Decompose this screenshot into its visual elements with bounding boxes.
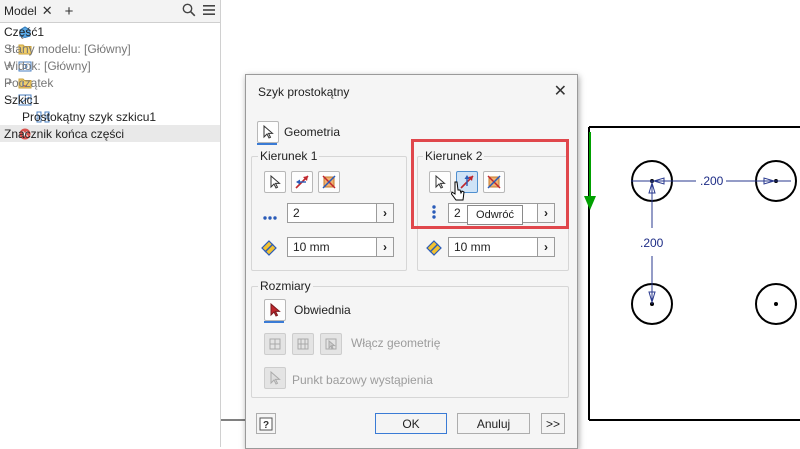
dialog-title: Szyk prostokątny <box>258 85 350 99</box>
midplane-icon <box>322 175 336 189</box>
svg-text:?: ? <box>263 420 269 431</box>
direction1-spacing-input[interactable]: 10 mm <box>287 237 378 257</box>
help-icon: ? <box>259 417 273 431</box>
tree-item[interactable]: + Stany modelu: [Główny] <box>0 40 220 57</box>
boundary-label: Obwiednia <box>294 303 351 317</box>
tree-item[interactable]: + Widok: [Główny] <box>0 57 220 74</box>
include-geometry-button-1[interactable] <box>264 333 286 355</box>
direction1-flip-button[interactable] <box>291 171 313 193</box>
tree-item[interactable]: − Szkic1 <box>0 91 220 108</box>
spacing-icon <box>426 240 442 259</box>
tab-model-label: Model <box>4 4 37 18</box>
help-button[interactable]: ? <box>256 413 276 434</box>
more-button[interactable]: >> <box>541 413 565 434</box>
close-icon[interactable]: ✕ <box>42 3 53 19</box>
direction1-title: Kierunek 1 <box>258 149 320 163</box>
grid-icon <box>297 338 309 350</box>
include-geometry-label: Włącz geometrię <box>351 336 441 350</box>
cursor-arrow-red-icon <box>270 303 281 317</box>
green-axis-arrow <box>584 196 596 210</box>
tree-item[interactable]: Część1 <box>0 23 220 40</box>
direction1-path-select-button[interactable] <box>264 171 286 193</box>
direction2-spacing-arrow[interactable]: › <box>537 237 555 257</box>
tree-item-label: Znacznik końca części <box>4 126 125 141</box>
base-point-label: Punkt bazowy wystąpienia <box>292 373 433 387</box>
flip-direction-icon <box>295 175 309 189</box>
direction1-count-input[interactable]: 2 <box>287 203 378 223</box>
count-icon <box>263 210 277 224</box>
boundary-select-button[interactable] <box>264 299 286 321</box>
tree-item-label: Prostokątny szyk szkicu1 <box>22 109 157 124</box>
model-browser: Model ✕ + Część1 + Stany modelu: [Główny] +… <box>0 0 221 447</box>
direction1-spacing-arrow[interactable]: › <box>376 237 394 257</box>
close-icon[interactable]: ✕ <box>554 81 567 101</box>
cursor-arrow-icon <box>263 125 274 139</box>
sizes-title: Rozmiary <box>258 279 313 293</box>
search-icon[interactable] <box>182 3 196 20</box>
tree-item[interactable]: + Początek <box>0 74 220 91</box>
direction1-count-arrow[interactable]: › <box>376 203 394 223</box>
tree-item-label: Początek <box>4 75 54 90</box>
center-point <box>774 302 778 306</box>
grid-icon <box>269 338 281 350</box>
tree-item-label: Część1 <box>4 24 45 39</box>
base-point-button[interactable] <box>264 367 286 389</box>
direction1-midplane-button[interactable] <box>318 171 340 193</box>
highlight-box <box>411 139 569 229</box>
geometry-label: Geometria <box>284 125 341 139</box>
tab-model[interactable]: Model ✕ <box>0 3 57 19</box>
ok-button[interactable]: OK <box>375 413 447 434</box>
add-tab-icon[interactable]: + <box>65 3 74 20</box>
rectangular-pattern-dialog: Szyk prostokątny ✕ Geometria Kierunek 1 … <box>245 74 578 449</box>
boundary-underline <box>264 321 284 323</box>
tree-item-label: Widok: [Główny] <box>4 58 91 73</box>
geometry-underline <box>257 143 277 145</box>
menu-icon[interactable] <box>202 4 216 19</box>
tree-item[interactable]: Prostokątny szyk szkicu1 <box>0 108 220 125</box>
cancel-button[interactable]: Anuluj <box>457 413 530 434</box>
direction2-spacing-input[interactable]: 10 mm <box>448 237 539 257</box>
spacing-icon <box>261 240 277 259</box>
dimension-vertical[interactable]: .200 <box>640 236 664 250</box>
tree-item-label: Szkic1 <box>4 92 40 107</box>
tree-item-label: Stany modelu: [Główny] <box>4 41 131 56</box>
cursor-arrow-icon <box>270 175 281 189</box>
tree-item[interactable]: Znacznik końca części <box>0 125 220 142</box>
browser-tree: Część1 + Stany modelu: [Główny] + Widok: [Gł… <box>0 23 220 142</box>
grid-select-icon <box>325 338 337 350</box>
browser-header: Model ✕ + <box>0 0 220 23</box>
include-geometry-button-2[interactable] <box>292 333 314 355</box>
dimension-horizontal[interactable]: .200 <box>700 174 724 188</box>
include-geometry-button-3[interactable] <box>320 333 342 355</box>
cursor-arrow-icon <box>270 371 281 385</box>
geometry-select-button[interactable] <box>257 121 279 143</box>
